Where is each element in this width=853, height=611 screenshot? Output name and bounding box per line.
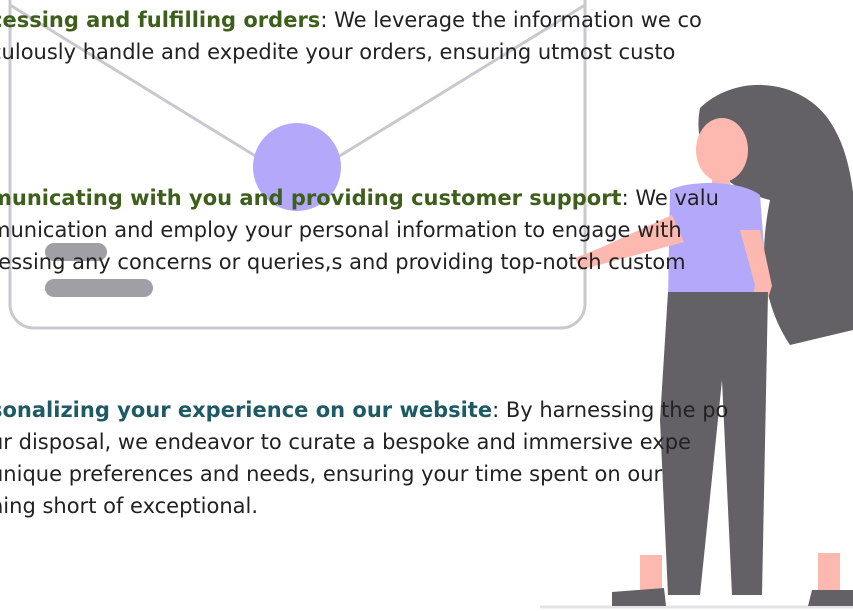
section-order-processing: cessing and fulfilling orders: We levera… bbox=[0, 4, 853, 68]
section-order-processing-line-2: culously handle and expedite your orders… bbox=[0, 40, 676, 64]
section-personalization-heading: sonalizing your experience on our websit… bbox=[0, 398, 493, 422]
section-customer-support-text-1: : We valu bbox=[621, 186, 719, 210]
section-personalization-text-1: : By harnessing the po bbox=[492, 398, 729, 422]
section-personalization-line-3: unique preferences and needs, ensuring y… bbox=[0, 462, 663, 486]
section-order-processing-text-1: : We leverage the information we co bbox=[320, 8, 702, 32]
section-personalization-line-2: ur disposal, we endeavor to curate a bes… bbox=[0, 430, 691, 454]
section-order-processing-heading: cessing and fulfilling orders bbox=[0, 8, 321, 32]
section-personalization: sonalizing your experience on our websit… bbox=[0, 394, 853, 522]
section-customer-support-line-1: municating with you and providing custom… bbox=[0, 182, 853, 214]
section-customer-support-line-3: ressing any concerns or queries,s and pr… bbox=[0, 250, 686, 274]
section-customer-support-line-2: munication and employ your personal info… bbox=[0, 218, 682, 242]
section-personalization-line-4: hing short of exceptional. bbox=[0, 494, 259, 518]
section-personalization-line-1: sonalizing your experience on our websit… bbox=[0, 394, 853, 426]
section-customer-support: municating with you and providing custom… bbox=[0, 182, 853, 278]
section-order-processing-line-1: cessing and fulfilling orders: We levera… bbox=[0, 4, 853, 36]
privacy-content: cessing and fulfilling orders: We levera… bbox=[0, 0, 853, 611]
section-customer-support-heading: municating with you and providing custom… bbox=[0, 186, 622, 210]
